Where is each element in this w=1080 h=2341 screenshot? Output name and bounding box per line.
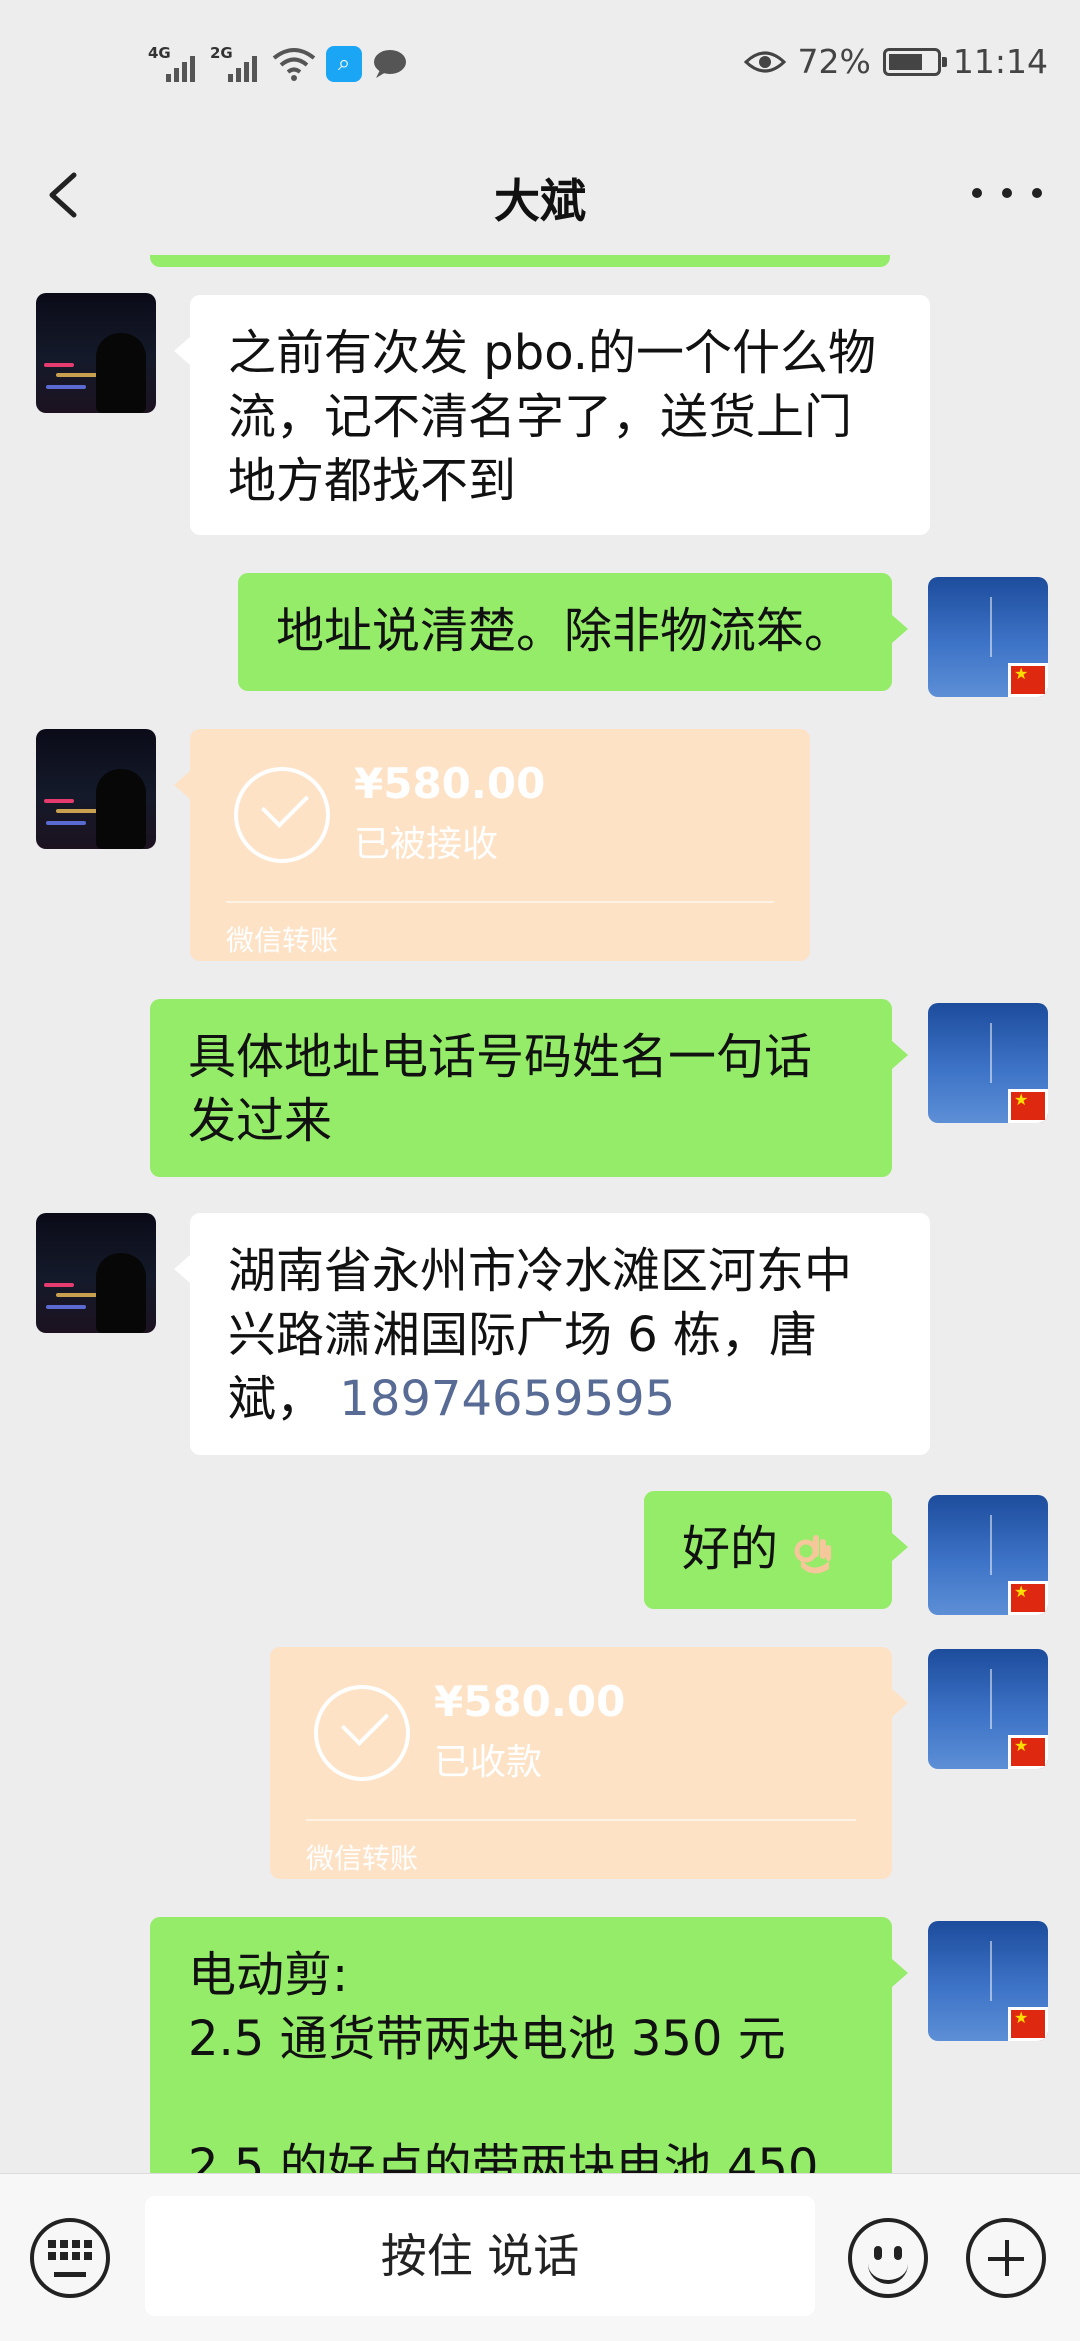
my-avatar[interactable] bbox=[928, 1495, 1048, 1615]
contact-avatar[interactable] bbox=[36, 293, 156, 413]
cellular-signal-icon: 4G bbox=[148, 44, 200, 84]
transfer-divider bbox=[226, 901, 774, 903]
received-message-bubble[interactable]: 湖南省永州市冷水滩区河东中兴路潇湘国际广场 6 栋，唐斌， 1897465959… bbox=[174, 1213, 930, 1455]
more-dot bbox=[1032, 188, 1042, 198]
message-line bbox=[188, 2071, 854, 2135]
message-text: 好的 bbox=[682, 1521, 779, 1577]
status-icons-left: 4G 2G ⌕ bbox=[148, 44, 408, 84]
more-options-button[interactable] bbox=[972, 173, 1042, 213]
more-dot bbox=[1002, 188, 1012, 198]
sent-message-bubble[interactable]: 具体地址电话号码姓名一句话发过来 bbox=[150, 999, 908, 1177]
message-text: 之前有次发 pbo.的一个什么物流，记不清名字了，送货上门地方都找不到 bbox=[228, 325, 876, 509]
my-avatar[interactable] bbox=[928, 1921, 1048, 2041]
search-app-notification-icon: ⌕ bbox=[326, 46, 362, 82]
transfer-card-sent[interactable]: ¥580.00 已收款 微信转账 bbox=[270, 1647, 908, 1879]
chat-header: 大斌 bbox=[0, 135, 1080, 255]
battery-icon bbox=[882, 47, 947, 76]
sent-message-bubble[interactable]: 好的 bbox=[644, 1491, 908, 1609]
input-bar: 按住 说话 bbox=[0, 2173, 1080, 2341]
wifi-icon bbox=[272, 48, 316, 81]
battery-fill bbox=[888, 53, 922, 70]
keyboard-icon bbox=[48, 2240, 92, 2260]
check-circle-icon bbox=[234, 767, 330, 863]
transfer-footer: 微信转账 bbox=[306, 1842, 419, 1875]
transfer-card-received[interactable]: ¥580.00 已被接收 微信转账 bbox=[174, 729, 810, 961]
keyboard-toggle-button[interactable] bbox=[30, 2218, 110, 2298]
partial-message-bubble bbox=[150, 255, 890, 267]
message-line: 电动剪: bbox=[188, 1947, 349, 2003]
message-list[interactable]: 之前有次发 pbo.的一个什么物流，记不清名字了，送货上门地方都找不到 地址说清… bbox=[0, 255, 1080, 2173]
message-text: 具体地址电话号码姓名一句话发过来 bbox=[188, 1029, 813, 1149]
ok-hand-emoji-icon bbox=[794, 1535, 832, 1574]
my-avatar[interactable] bbox=[928, 1003, 1048, 1123]
my-avatar[interactable] bbox=[928, 1649, 1048, 1769]
message-line: 2.5 的好点的带两块电池 450 元 bbox=[188, 2139, 819, 2173]
transfer-status: 已被接收 bbox=[354, 824, 499, 865]
phone-number-link[interactable]: 18974659595 bbox=[339, 1371, 675, 1427]
check-circle-icon bbox=[314, 1685, 410, 1781]
cellular-signal-2-icon: 2G bbox=[210, 44, 262, 84]
status-icons-right: 72% 11:14 bbox=[743, 42, 1048, 81]
plus-button[interactable] bbox=[966, 2218, 1046, 2298]
message-text: 地址说清楚。除非物流笨。 bbox=[276, 603, 853, 659]
message-line: 2.5 通货带两块电池 350 元 bbox=[188, 2011, 786, 2067]
smiley-icon bbox=[874, 2246, 882, 2260]
transfer-divider bbox=[306, 1819, 856, 1821]
hold-to-talk-button[interactable]: 按住 说话 bbox=[145, 2196, 815, 2316]
contact-avatar[interactable] bbox=[36, 1213, 156, 1333]
clock: 11:14 bbox=[952, 42, 1048, 81]
received-message-bubble[interactable]: 之前有次发 pbo.的一个什么物流，记不清名字了，送货上门地方都找不到 bbox=[174, 295, 930, 535]
status-bar: 4G 2G ⌕ 72% 11:14 bbox=[0, 0, 1080, 135]
transfer-amount: ¥580.00 bbox=[354, 759, 546, 808]
chat-title: 大斌 bbox=[494, 174, 586, 228]
emoji-button[interactable] bbox=[848, 2218, 928, 2298]
battery-percent: 72% bbox=[797, 42, 871, 81]
contact-avatar[interactable] bbox=[36, 729, 156, 849]
sent-message-bubble[interactable]: 电动剪: 2.5 通货带两块电池 350 元 2.5 的好点的带两块电池 450… bbox=[150, 1917, 908, 2173]
transfer-amount: ¥580.00 bbox=[434, 1677, 626, 1726]
eye-comfort-icon bbox=[743, 51, 786, 72]
transfer-footer: 微信转账 bbox=[226, 924, 339, 957]
more-dot bbox=[972, 188, 982, 198]
transfer-status: 已收款 bbox=[434, 1742, 543, 1783]
message-notification-icon bbox=[374, 50, 406, 78]
sent-message-bubble[interactable]: 地址说清楚。除非物流笨。 bbox=[238, 573, 908, 691]
my-avatar[interactable] bbox=[928, 577, 1048, 697]
